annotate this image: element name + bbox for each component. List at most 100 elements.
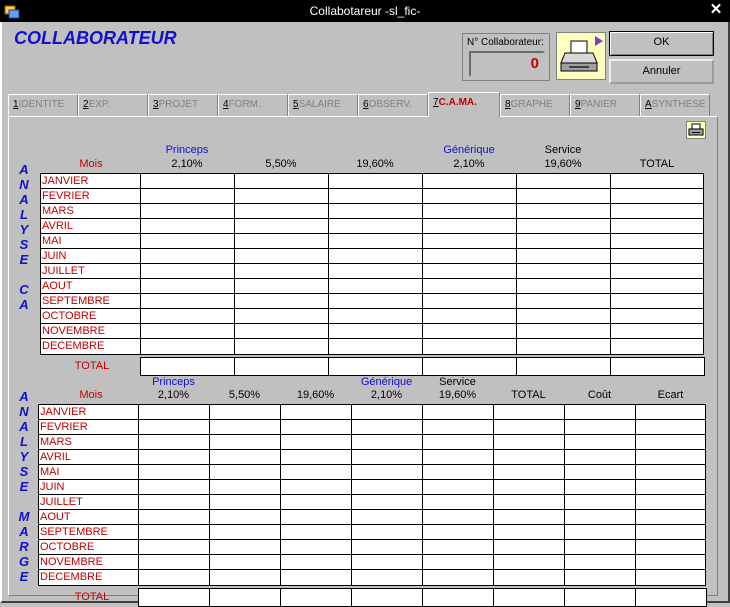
table-cell[interactable] [352,540,423,555]
table-cell[interactable] [139,510,210,525]
table-cell[interactable] [423,525,494,540]
table-cell[interactable] [494,495,565,510]
table-cell[interactable] [352,525,423,540]
table-cell[interactable] [235,204,329,219]
table-cell[interactable] [494,435,565,450]
table-cell[interactable] [141,264,235,279]
table-cell[interactable] [139,540,210,555]
section2-total-cell[interactable] [280,588,352,607]
table-cell[interactable] [517,324,611,339]
table-cell[interactable] [423,480,494,495]
table-cell[interactable] [210,555,281,570]
table-cell[interactable] [141,189,235,204]
table-cell[interactable] [611,264,705,279]
table-cell[interactable] [139,420,210,435]
table-cell[interactable] [141,324,235,339]
table-cell[interactable] [141,249,235,264]
table-cell[interactable] [565,540,636,555]
table-cell[interactable] [210,495,281,510]
table-cell[interactable] [141,174,235,189]
table-cell[interactable] [281,540,352,555]
table-cell[interactable] [565,450,636,465]
table-cell[interactable] [423,264,517,279]
table-cell[interactable] [565,465,636,480]
table-cell[interactable] [139,495,210,510]
table-cell[interactable] [281,450,352,465]
table-cell[interactable] [210,405,281,420]
table-cell[interactable] [636,510,707,525]
table-cell[interactable] [494,450,565,465]
table-cell[interactable] [235,219,329,234]
table-cell[interactable] [423,555,494,570]
tab-c-a-ma[interactable]: 7C.A.MA. [428,92,500,117]
table-cell[interactable] [329,264,423,279]
section2-total-cell[interactable] [138,588,210,607]
table-cell[interactable] [281,405,352,420]
table-cell[interactable] [352,465,423,480]
table-cell[interactable] [423,294,517,309]
tab-panier[interactable]: 9PANIER [570,94,640,116]
section1-total-cell[interactable] [140,357,235,376]
table-cell[interactable] [141,279,235,294]
table-cell[interactable] [329,219,423,234]
section2-total-cell[interactable] [635,588,707,607]
table-cell[interactable] [329,174,423,189]
table-cell[interactable] [210,480,281,495]
ok-button[interactable]: OK [609,31,714,56]
table-cell[interactable] [423,405,494,420]
table-cell[interactable] [423,234,517,249]
table-cell[interactable] [636,405,707,420]
table-cell[interactable] [494,465,565,480]
table-cell[interactable] [423,324,517,339]
table-cell[interactable] [423,570,494,585]
table-cell[interactable] [210,570,281,585]
collaborator-number-field[interactable]: 0 [469,51,545,77]
table-cell[interactable] [235,324,329,339]
table-cell[interactable] [352,495,423,510]
table-cell[interactable] [611,309,705,324]
table-cell[interactable] [235,294,329,309]
table-cell[interactable] [611,189,705,204]
table-cell[interactable] [423,339,517,354]
table-cell[interactable] [329,294,423,309]
table-cell[interactable] [611,219,705,234]
table-cell[interactable] [281,510,352,525]
table-cell[interactable] [636,570,707,585]
table-cell[interactable] [210,435,281,450]
table-cell[interactable] [210,420,281,435]
table-cell[interactable] [352,510,423,525]
table-cell[interactable] [235,309,329,324]
section1-total-cell[interactable] [516,357,611,376]
table-cell[interactable] [636,540,707,555]
tab-identite[interactable]: 1IDENTITE [8,94,78,116]
table-cell[interactable] [281,570,352,585]
table-cell[interactable] [139,465,210,480]
table-cell[interactable] [139,435,210,450]
section2-total-cell[interactable] [209,588,281,607]
table-cell[interactable] [494,525,565,540]
table-cell[interactable] [494,510,565,525]
table-cell[interactable] [565,420,636,435]
table-cell[interactable] [210,525,281,540]
table-cell[interactable] [636,435,707,450]
table-cell[interactable] [423,510,494,525]
table-cell[interactable] [636,480,707,495]
table-cell[interactable] [139,450,210,465]
table-cell[interactable] [636,495,707,510]
table-cell[interactable] [517,189,611,204]
table-cell[interactable] [517,294,611,309]
table-cell[interactable] [235,264,329,279]
table-cell[interactable] [329,309,423,324]
table-cell[interactable] [517,339,611,354]
table-cell[interactable] [423,204,517,219]
table-cell[interactable] [565,480,636,495]
table-cell[interactable] [423,174,517,189]
table-cell[interactable] [139,480,210,495]
table-cell[interactable] [281,465,352,480]
table-cell[interactable] [210,510,281,525]
table-cell[interactable] [423,465,494,480]
table-cell[interactable] [494,555,565,570]
table-cell[interactable] [423,420,494,435]
table-cell[interactable] [210,450,281,465]
table-cell[interactable] [141,339,235,354]
